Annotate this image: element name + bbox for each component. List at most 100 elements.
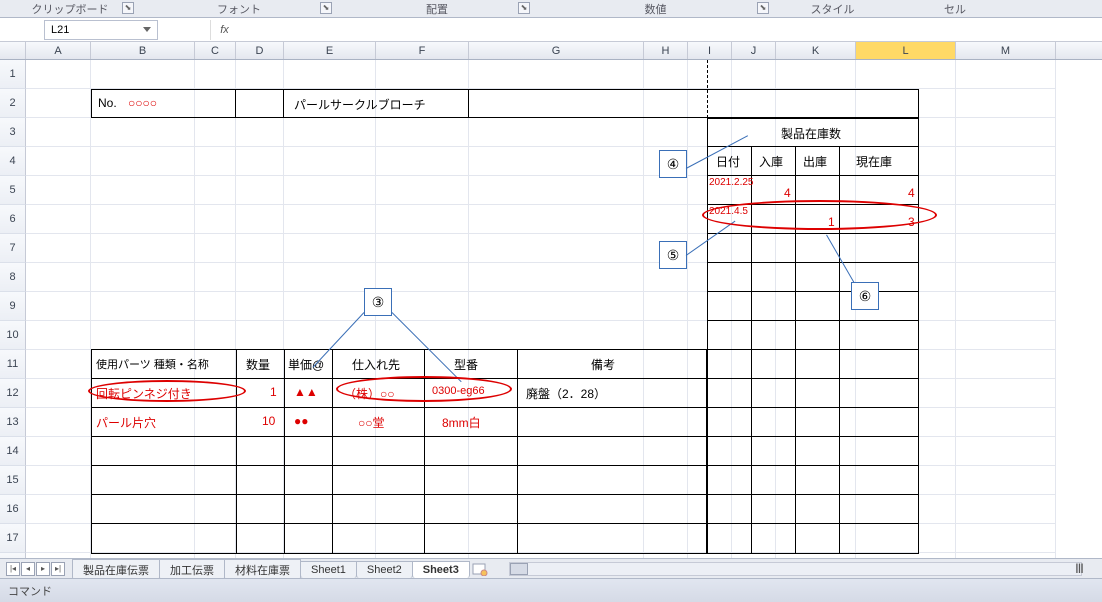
- row-header[interactable]: 17: [0, 524, 26, 553]
- horizontal-scrollbar[interactable]: [509, 561, 1082, 577]
- h: [91, 494, 707, 495]
- row-header[interactable]: 8: [0, 263, 26, 292]
- stock-title: 製品在庫数: [781, 125, 841, 142]
- dialog-launcher-icon[interactable]: ⬊: [757, 2, 769, 14]
- col-header[interactable]: K: [776, 42, 856, 59]
- parts-col: 備考: [591, 356, 615, 373]
- row-header[interactable]: 12: [0, 379, 26, 408]
- h: [91, 407, 707, 408]
- callout-4: ④: [659, 150, 687, 178]
- header-divider: [236, 89, 284, 118]
- sheet-tab[interactable]: 材料在庫票: [224, 559, 301, 580]
- col-header[interactable]: A: [26, 42, 91, 59]
- status-bar: コマンド: [0, 578, 1102, 602]
- annotation-oval: [702, 200, 937, 230]
- tab-nav-prev[interactable]: ◂: [21, 562, 35, 576]
- row-header[interactable]: 1: [0, 60, 26, 89]
- part-price: ●●: [294, 414, 309, 428]
- ribbon-group-alignment: 配置⬊: [338, 0, 536, 17]
- row-header[interactable]: 9: [0, 292, 26, 321]
- sheet-tab-active[interactable]: Sheet3: [412, 561, 470, 578]
- name-box[interactable]: L21: [44, 20, 158, 40]
- select-all-button[interactable]: [0, 42, 26, 59]
- dashed-divider: [707, 60, 708, 118]
- col-header[interactable]: I: [688, 42, 732, 59]
- row-header[interactable]: 7: [0, 234, 26, 263]
- col-header[interactable]: G: [469, 42, 644, 59]
- ribbon-group-blank: [1020, 0, 1102, 17]
- ribbon-group-clipboard: クリップボード⬊: [0, 0, 140, 17]
- tab-nav-next[interactable]: ▸: [36, 562, 50, 576]
- col-header[interactable]: H: [644, 42, 688, 59]
- stock-bal: 4: [908, 186, 915, 200]
- new-sheet-button[interactable]: [471, 562, 489, 576]
- status-text: コマンド: [8, 583, 52, 599]
- row-header[interactable]: 3: [0, 118, 26, 147]
- h: [707, 378, 919, 379]
- h: [707, 465, 919, 466]
- dialog-launcher-icon[interactable]: ⬊: [122, 2, 134, 14]
- sheet-tab[interactable]: Sheet2: [356, 561, 413, 578]
- row-header[interactable]: 13: [0, 408, 26, 437]
- tab-nav-first[interactable]: |◂: [6, 562, 20, 576]
- callout-3: ③: [364, 288, 392, 316]
- stock-col: 入庫: [759, 153, 783, 170]
- h: [707, 262, 919, 263]
- part-note: 廃盤（2．28）: [526, 385, 606, 402]
- h: [707, 494, 919, 495]
- col-header-selected[interactable]: L: [856, 42, 956, 59]
- row-header[interactable]: 6: [0, 205, 26, 234]
- part-name: パール片穴: [96, 414, 156, 431]
- parts-col: 数量: [246, 356, 270, 373]
- row-header[interactable]: 14: [0, 437, 26, 466]
- row-headers: 1 2 3 4 5 6 7 8 9 10 11 12 13 14 15 16 1…: [0, 60, 26, 569]
- h: [707, 233, 919, 234]
- dialog-launcher-icon[interactable]: ⬊: [320, 2, 332, 14]
- chevron-down-icon[interactable]: [143, 27, 151, 32]
- row-header[interactable]: 4: [0, 147, 26, 176]
- col-header[interactable]: F: [376, 42, 469, 59]
- h: [707, 291, 919, 292]
- h: [707, 349, 919, 350]
- h: [707, 175, 919, 176]
- ribbon-group-cells: セル: [890, 0, 1020, 17]
- part-qty: 10: [262, 414, 275, 428]
- row-header[interactable]: 15: [0, 466, 26, 495]
- col-header[interactable]: C: [195, 42, 236, 59]
- column-headers: A B C D E F G H I J K L M: [0, 42, 1102, 60]
- col-header[interactable]: J: [732, 42, 776, 59]
- h: [707, 436, 919, 437]
- ribbon-group-font: フォント⬊: [140, 0, 338, 17]
- h: [91, 523, 707, 524]
- dialog-launcher-icon[interactable]: ⬊: [518, 2, 530, 14]
- no-label: No.: [98, 96, 117, 110]
- callout-6: ⑥: [851, 282, 879, 310]
- row-header[interactable]: 5: [0, 176, 26, 205]
- callout-5: ⑤: [659, 241, 687, 269]
- product-title: パールサークルブローチ: [294, 96, 426, 113]
- sheet-tab[interactable]: 加工伝票: [159, 559, 225, 580]
- stock-col: 出庫: [803, 153, 827, 170]
- row-header[interactable]: 10: [0, 321, 26, 350]
- sheet-tab[interactable]: Sheet1: [300, 561, 357, 578]
- no-value: ○○○○: [128, 96, 157, 110]
- stock-date: 2021.2.25: [709, 177, 754, 188]
- annotation-oval: [336, 376, 512, 402]
- stock-in: 4: [784, 186, 791, 200]
- row-header[interactable]: 16: [0, 495, 26, 524]
- ribbon-groups: クリップボード⬊ フォント⬊ 配置⬊ 数値⬊ スタイル セル: [0, 0, 1102, 18]
- h: [707, 320, 919, 321]
- h: [707, 523, 919, 524]
- fx-button[interactable]: fx: [210, 20, 238, 40]
- col-header[interactable]: E: [284, 42, 376, 59]
- row-header[interactable]: 11: [0, 350, 26, 379]
- worksheet-grid[interactable]: 1 2 3 4 5 6 7 8 9 10 11 12 13 14 15 16 1…: [0, 60, 1102, 576]
- col-header[interactable]: B: [91, 42, 195, 59]
- h: [91, 465, 707, 466]
- col-header[interactable]: D: [236, 42, 284, 59]
- tab-nav-last[interactable]: ▸|: [51, 562, 65, 576]
- sheet-tab[interactable]: 製品在庫伝票: [72, 559, 160, 580]
- view-numeral-icon: Ⅲ: [1075, 561, 1086, 577]
- col-header[interactable]: M: [956, 42, 1056, 59]
- row-header[interactable]: 2: [0, 89, 26, 118]
